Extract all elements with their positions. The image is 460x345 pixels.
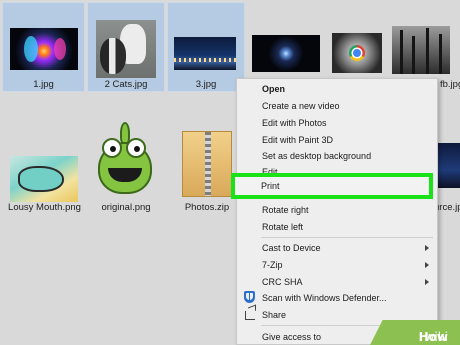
thumbnail-lousy-mouth[interactable] (10, 156, 78, 202)
thumbnail-fb[interactable] (392, 26, 450, 74)
menu-item-edit-photos[interactable]: Edit with Photos (262, 118, 327, 128)
file-name-original: original.png (101, 202, 151, 213)
submenu-arrow-icon (425, 279, 429, 285)
file-name-fb: fb.jpg (440, 79, 460, 90)
file-name-2-cats: 2 Cats.jpg (104, 79, 148, 90)
watermark-how: How (418, 330, 448, 344)
menu-item-share[interactable]: Share (262, 310, 286, 320)
menu-separator (261, 237, 433, 238)
menu-item-print-label: Print (261, 181, 280, 191)
menu-item-open[interactable]: Open (262, 84, 285, 94)
file-name-1: 1.jpg (33, 79, 54, 90)
menu-item-crc-sha[interactable]: CRC SHA (262, 277, 303, 287)
menu-item-7zip[interactable]: 7-Zip (262, 260, 283, 270)
chrome-logo-icon (349, 45, 365, 61)
menu-item-scan-defender[interactable]: Scan with Windows Defender... (262, 293, 387, 303)
thumbnail-4[interactable] (252, 35, 320, 72)
thumbnail-3[interactable] (174, 37, 236, 70)
menu-item-set-background[interactable]: Set as desktop background (262, 151, 371, 161)
wikihow-watermark: wiki How (370, 320, 460, 345)
thumbnail-1[interactable] (10, 28, 78, 70)
menu-item-give-access[interactable]: Give access to (262, 332, 321, 342)
windows-defender-shield-icon (244, 291, 255, 303)
file-name-3: 3.jpg (195, 79, 217, 90)
thumbnail-original[interactable] (92, 122, 158, 202)
file-name-photos-zip: Photos.zip (184, 202, 230, 213)
thumbnail-photos-zip[interactable] (182, 131, 232, 197)
menu-item-print-highlighted[interactable]: Print (231, 173, 433, 199)
submenu-arrow-icon (425, 245, 429, 251)
share-icon (245, 311, 255, 320)
file-name-lousy-mouth: Lousy Mouth.png (8, 202, 81, 213)
menu-item-cast[interactable]: Cast to Device (262, 243, 321, 253)
menu-item-edit-paint3d[interactable]: Edit with Paint 3D (262, 135, 333, 145)
menu-item-rotate-left[interactable]: Rotate left (262, 222, 303, 232)
menu-item-rotate-right[interactable]: Rotate right (262, 205, 309, 215)
thumbnail-5[interactable] (332, 33, 382, 73)
menu-item-create-video[interactable]: Create a new video (262, 101, 340, 111)
thumbnail-2-cats[interactable] (96, 20, 156, 78)
context-menu: Open Create a new video Edit with Photos… (236, 78, 438, 345)
submenu-arrow-icon (425, 262, 429, 268)
